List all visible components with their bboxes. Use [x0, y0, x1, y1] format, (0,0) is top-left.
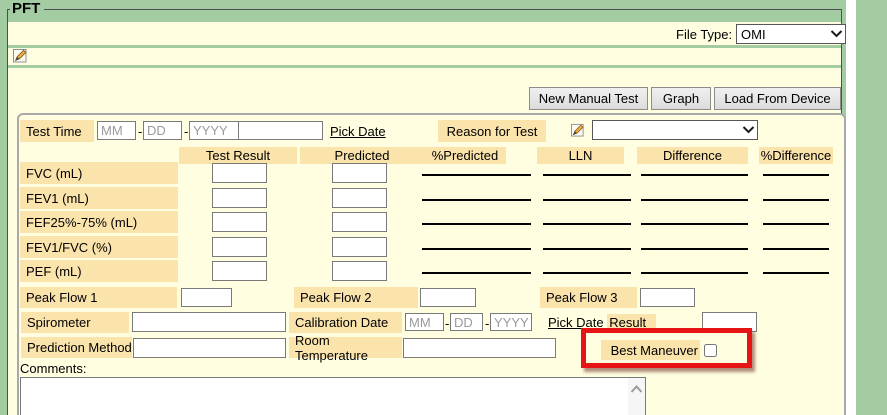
- page-right-margin: [856, 0, 887, 415]
- peak-flow-1-input[interactable]: [181, 288, 232, 307]
- date-separator: -: [138, 124, 142, 139]
- result-input[interactable]: [702, 312, 757, 332]
- calibration-year-input[interactable]: [490, 313, 532, 331]
- comments-scrollbar[interactable]: [628, 378, 645, 415]
- col-header-pct-predicted: %Predicted: [424, 147, 506, 164]
- edit-bar: [8, 48, 841, 65]
- test-date-day-input[interactable]: [143, 121, 182, 140]
- date-separator: -: [445, 316, 449, 331]
- best-maneuver-checkbox[interactable]: [704, 344, 717, 357]
- fef-pct-predicted-line: [422, 223, 531, 225]
- file-type-label: File Type:: [676, 27, 732, 42]
- best-maneuver-label: Best Maneuver: [601, 340, 700, 360]
- pick-date-link[interactable]: Pick Date: [330, 124, 386, 139]
- pef-difference-line: [641, 272, 748, 274]
- new-manual-test-button[interactable]: New Manual Test: [529, 87, 648, 110]
- col-header-test-result: Test Result: [179, 147, 297, 164]
- pick-date-result-text: Pick Date: [548, 315, 607, 330]
- row-label-fvc: FVC (mL): [20, 162, 178, 184]
- fev1-pct-predicted-line: [422, 199, 531, 201]
- fev1-fvc-test-result-input[interactable]: [212, 237, 267, 257]
- fef-difference-line: [641, 223, 748, 225]
- fev1-predicted-input[interactable]: [332, 188, 387, 208]
- fev1-fvc-difference-line: [641, 248, 748, 250]
- row-label-pef: PEF (mL): [20, 260, 178, 282]
- test-date-month-input[interactable]: [97, 121, 136, 140]
- pef-lln-line: [543, 272, 631, 274]
- fev1-fvc-pct-difference-line: [763, 248, 829, 250]
- reason-edit-pencil-icon[interactable]: [571, 123, 585, 142]
- fvc-predicted-input[interactable]: [332, 163, 387, 183]
- pef-predicted-input[interactable]: [332, 261, 387, 281]
- peak-flow-3-input[interactable]: [640, 288, 695, 307]
- col-header-pct-difference: %Difference: [759, 147, 833, 164]
- pef-pct-predicted-line: [422, 272, 531, 274]
- fev1-pct-difference-line: [763, 199, 829, 201]
- test-date-year-input[interactable]: [189, 121, 239, 140]
- calibration-date-label: Calibration Date: [289, 312, 402, 333]
- peak-flow-2-input[interactable]: [420, 288, 476, 307]
- room-temperature-input[interactable]: [403, 338, 556, 358]
- fvc-pct-difference-line: [763, 174, 829, 176]
- comments-label: Comments:: [20, 361, 86, 376]
- edit-pencil-icon[interactable]: [13, 48, 28, 68]
- row-label-fef: FEF25%-75% (mL): [20, 211, 178, 233]
- test-time-label: Test Time: [20, 120, 94, 142]
- page-gutter: [846, 0, 856, 415]
- test-time-input[interactable]: [238, 121, 323, 140]
- spirometer-input[interactable]: [132, 312, 286, 332]
- file-type-select[interactable]: OMI: [736, 24, 846, 44]
- room-temperature-label: Room Temperature: [289, 337, 402, 358]
- fev1-fvc-predicted-input[interactable]: [332, 237, 387, 257]
- prediction-method-label: Prediction Method: [21, 337, 132, 358]
- graph-button[interactable]: Graph: [651, 87, 711, 110]
- peak-flow-2-label: Peak Flow 2: [294, 287, 418, 308]
- col-header-difference: Difference: [637, 147, 748, 164]
- fef-pct-difference-line: [763, 223, 829, 225]
- peak-flow-3-label: Peak Flow 3: [540, 287, 637, 308]
- fev1-fvc-pct-predicted-line: [422, 248, 531, 250]
- row-label-fev1: FEV1 (mL): [20, 187, 178, 209]
- comments-textarea[interactable]: [20, 377, 646, 415]
- spirometer-label: Spirometer: [21, 312, 129, 333]
- date-separator: -: [184, 124, 188, 139]
- reason-for-test-select[interactable]: [592, 120, 758, 140]
- chevron-down-icon: [827, 30, 845, 38]
- file-type-value: OMI: [737, 27, 827, 42]
- page-title: PFT: [10, 0, 44, 17]
- fvc-pct-predicted-line: [422, 174, 531, 176]
- fvc-lln-line: [543, 174, 631, 176]
- peak-flow-1-label: Peak Flow 1: [20, 287, 177, 308]
- reason-for-test-label: Reason for Test: [438, 120, 546, 142]
- pef-test-result-input[interactable]: [212, 261, 267, 281]
- chevron-up-icon: [630, 385, 643, 393]
- fev1-fvc-lln-line: [543, 248, 631, 250]
- calibration-day-input[interactable]: [450, 313, 483, 331]
- fef-predicted-input[interactable]: [332, 212, 387, 232]
- pft-page: PFT File Type: OMI New Manual Test Graph…: [0, 0, 887, 415]
- pick-date-result-link[interactable]: Pick Date Result: [548, 315, 656, 330]
- fvc-test-result-input[interactable]: [212, 163, 267, 183]
- result-label: Result: [607, 314, 656, 331]
- fef-lln-line: [543, 223, 631, 225]
- calibration-month-input[interactable]: [405, 313, 444, 331]
- col-header-predicted: Predicted: [300, 147, 424, 164]
- fev1-lln-line: [543, 199, 631, 201]
- date-separator: -: [485, 316, 489, 331]
- fef-test-result-input[interactable]: [212, 212, 267, 232]
- fev1-difference-line: [641, 199, 748, 201]
- col-header-lln: LLN: [537, 147, 624, 164]
- chevron-down-icon: [739, 126, 757, 134]
- prediction-method-input[interactable]: [133, 338, 286, 358]
- pef-pct-difference-line: [763, 272, 829, 274]
- fvc-difference-line: [641, 174, 748, 176]
- load-from-device-button[interactable]: Load From Device: [714, 87, 841, 110]
- fev1-test-result-input[interactable]: [212, 188, 267, 208]
- row-label-fev1-fvc: FEV1/FVC (%): [20, 236, 178, 258]
